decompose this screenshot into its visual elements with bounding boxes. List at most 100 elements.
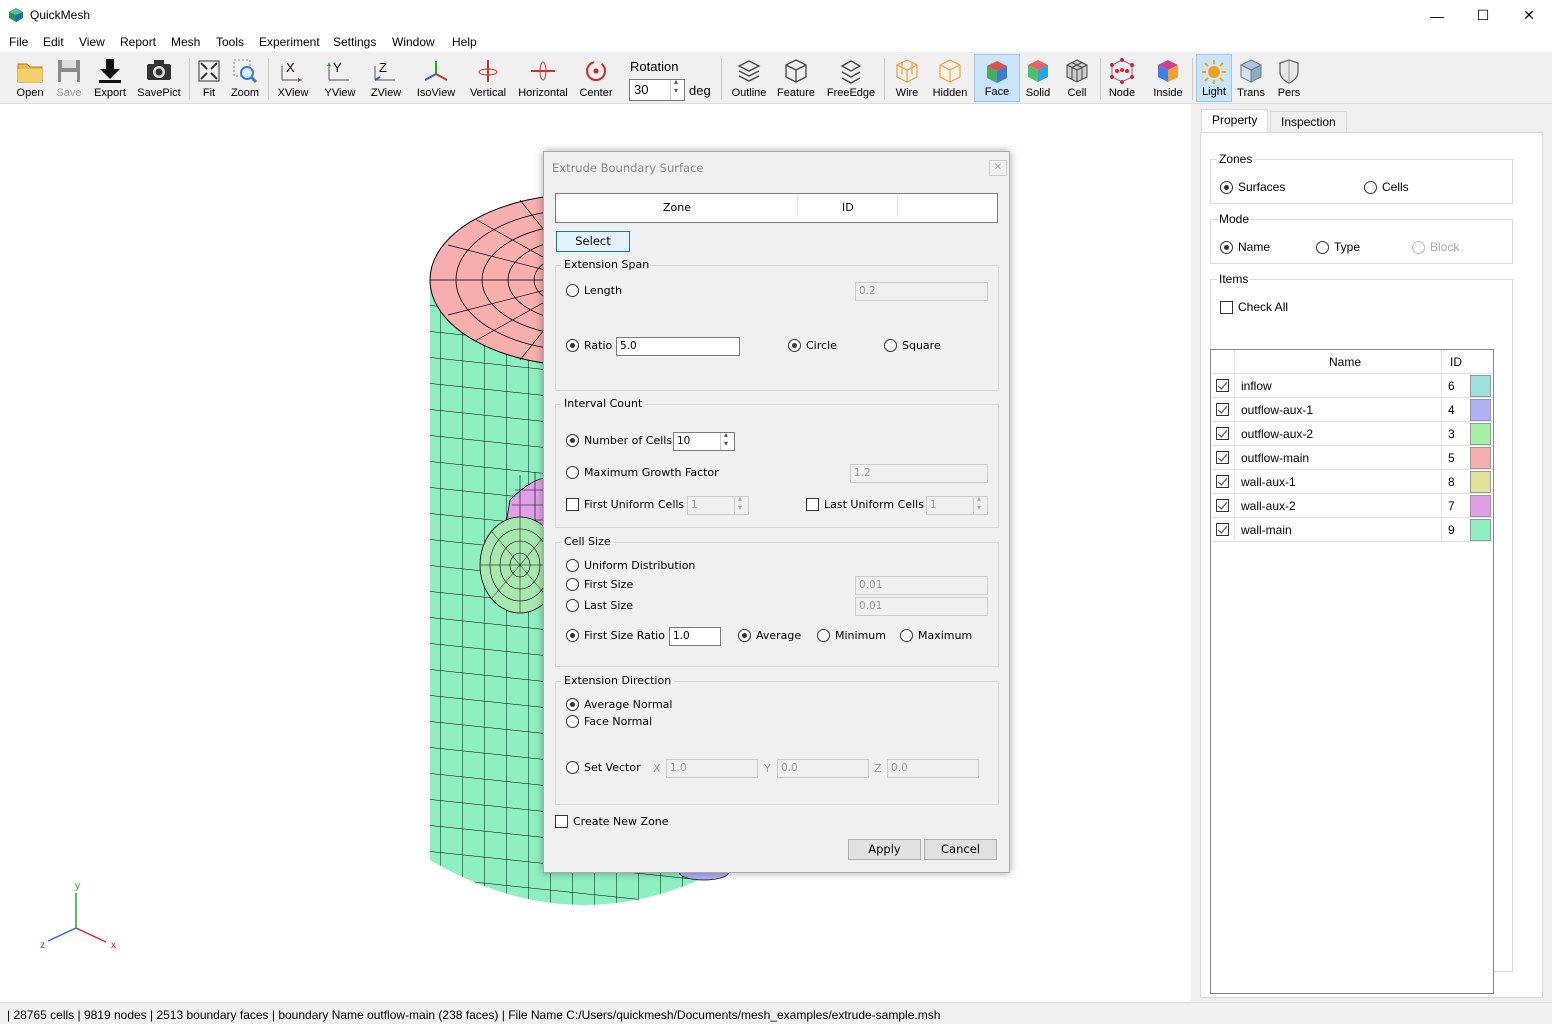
first-size-ratio-radio[interactable]: First Size Ratio bbox=[566, 629, 665, 642]
node-button[interactable]: Node bbox=[1104, 54, 1140, 102]
item-color-swatch[interactable] bbox=[1470, 471, 1491, 493]
ratio-radio[interactable]: Ratio bbox=[566, 339, 612, 352]
open-button[interactable]: Open bbox=[10, 54, 50, 102]
face-button[interactable]: Face bbox=[974, 54, 1020, 102]
cancel-button[interactable]: Cancel bbox=[924, 839, 997, 860]
wire-button[interactable]: Wire bbox=[889, 54, 925, 102]
menu-mesh[interactable]: Mesh bbox=[171, 35, 200, 49]
menu-file[interactable]: File bbox=[9, 35, 28, 49]
inside-button[interactable]: Inside bbox=[1148, 54, 1188, 102]
last-size-radio[interactable]: Last Size bbox=[566, 599, 633, 612]
circle-radio[interactable]: Circle bbox=[788, 339, 837, 352]
first-uniform-checkbox[interactable]: First Uniform Cells bbox=[566, 498, 684, 511]
minimum-radio[interactable]: Minimum bbox=[817, 629, 886, 642]
select-button[interactable]: Select bbox=[556, 231, 630, 252]
menu-settings[interactable]: Settings bbox=[333, 35, 376, 49]
last-uniform-checkbox[interactable]: Last Uniform Cells bbox=[806, 498, 924, 511]
items-table-row[interactable]: wall-aux-2 7 bbox=[1211, 494, 1493, 518]
zoom-button[interactable]: Zoom bbox=[228, 54, 262, 102]
export-button[interactable]: Export bbox=[89, 54, 131, 102]
center-button[interactable]: Center bbox=[576, 54, 616, 102]
check-all-checkbox[interactable]: Check All bbox=[1220, 300, 1288, 314]
outline-button[interactable]: Outline bbox=[727, 54, 771, 102]
id-column-header[interactable]: ID bbox=[1441, 350, 1470, 374]
name-mode-radio[interactable]: Name bbox=[1220, 240, 1270, 254]
rotation-spin-arrows-icon[interactable] bbox=[670, 77, 684, 100]
average-normal-radio[interactable]: Average Normal bbox=[566, 698, 672, 711]
light-button[interactable]: Light bbox=[1196, 54, 1232, 102]
first-size-input[interactable]: 0.01 bbox=[855, 576, 988, 595]
first-size-radio[interactable]: First Size bbox=[566, 578, 633, 591]
item-color-swatch[interactable] bbox=[1470, 495, 1491, 517]
menu-window[interactable]: Window bbox=[392, 35, 435, 49]
vector-z-input[interactable]: 0.0 bbox=[887, 759, 979, 778]
cells-radio[interactable]: Cells bbox=[1364, 180, 1409, 194]
zview-button[interactable]: Z ZView bbox=[367, 54, 405, 102]
average-radio[interactable]: Average bbox=[738, 629, 801, 642]
menu-experiment[interactable]: Experiment bbox=[259, 35, 320, 49]
savepict-button[interactable]: SavePict bbox=[135, 54, 183, 102]
length-input[interactable]: 0.2 bbox=[855, 282, 988, 301]
dialog-close-icon[interactable]: ✕ bbox=[989, 160, 1007, 176]
item-checkbox[interactable] bbox=[1211, 494, 1235, 518]
item-checkbox[interactable] bbox=[1211, 398, 1235, 422]
hidden-button[interactable]: Hidden bbox=[930, 54, 970, 102]
freeedge-button[interactable]: FreeEdge bbox=[825, 54, 877, 102]
vector-x-input[interactable]: 1.0 bbox=[666, 759, 758, 778]
items-table-row[interactable]: wall-aux-1 8 bbox=[1211, 470, 1493, 494]
items-table-row[interactable]: outflow-aux-2 3 bbox=[1211, 422, 1493, 446]
ratio-input[interactable]: 5.0 bbox=[616, 337, 740, 356]
menu-tools[interactable]: Tools bbox=[216, 35, 244, 49]
max-growth-radio[interactable]: Maximum Growth Factor bbox=[566, 466, 719, 479]
create-new-zone-checkbox[interactable]: Create New Zone bbox=[555, 815, 669, 828]
item-color-swatch[interactable] bbox=[1470, 519, 1491, 541]
tab-property[interactable]: Property bbox=[1201, 109, 1269, 133]
menu-view[interactable]: View bbox=[79, 35, 105, 49]
solid-button[interactable]: Solid bbox=[1022, 54, 1054, 102]
menu-edit[interactable]: Edit bbox=[43, 35, 64, 49]
set-vector-radio[interactable]: Set Vector bbox=[566, 761, 641, 774]
items-table-row[interactable]: inflow 6 bbox=[1211, 374, 1493, 398]
first-size-ratio-input[interactable]: 1.0 bbox=[669, 627, 721, 646]
apply-button[interactable]: Apply bbox=[848, 839, 921, 860]
horizontal-button[interactable]: Horizontal bbox=[516, 54, 570, 102]
number-of-cells-radio[interactable]: Number of Cells bbox=[566, 434, 672, 447]
fit-button[interactable]: Fit bbox=[193, 54, 225, 102]
yview-button[interactable]: Y YView bbox=[320, 54, 360, 102]
face-normal-radio[interactable]: Face Normal bbox=[566, 715, 652, 728]
pers-button[interactable]: Pers bbox=[1272, 54, 1306, 102]
minimize-button[interactable]: — bbox=[1414, 0, 1460, 31]
name-column-header[interactable]: Name bbox=[1329, 355, 1361, 369]
menu-help[interactable]: Help bbox=[452, 35, 477, 49]
items-table-row[interactable]: outflow-aux-1 4 bbox=[1211, 398, 1493, 422]
item-checkbox[interactable] bbox=[1211, 470, 1235, 494]
item-checkbox[interactable] bbox=[1211, 422, 1235, 446]
item-color-swatch[interactable] bbox=[1470, 399, 1491, 421]
maximum-radio[interactable]: Maximum bbox=[900, 629, 972, 642]
items-table-row[interactable]: outflow-main 5 bbox=[1211, 446, 1493, 470]
item-checkbox[interactable] bbox=[1211, 446, 1235, 470]
tab-inspection[interactable]: Inspection bbox=[1270, 111, 1347, 133]
block-mode-radio[interactable]: Block bbox=[1412, 240, 1459, 254]
save-button[interactable]: Save bbox=[50, 54, 88, 102]
trans-button[interactable]: Trans bbox=[1234, 54, 1268, 102]
item-color-swatch[interactable] bbox=[1470, 447, 1491, 469]
last-size-input[interactable]: 0.01 bbox=[855, 597, 988, 616]
item-color-swatch[interactable] bbox=[1470, 375, 1491, 397]
length-radio[interactable]: Length bbox=[566, 284, 622, 297]
maximize-button[interactable]: ☐ bbox=[1460, 0, 1506, 31]
cell-button[interactable]: Cell bbox=[1060, 54, 1094, 102]
last-uniform-stepper[interactable]: 1 bbox=[926, 494, 988, 515]
isoview-button[interactable]: IsoView bbox=[414, 54, 458, 102]
vector-y-input[interactable]: 0.0 bbox=[777, 759, 869, 778]
items-table-row[interactable]: wall-main 9 bbox=[1211, 518, 1493, 542]
item-checkbox[interactable] bbox=[1211, 374, 1235, 398]
xview-button[interactable]: X XView bbox=[274, 54, 312, 102]
number-of-cells-stepper[interactable]: 10 bbox=[673, 430, 735, 451]
item-checkbox[interactable] bbox=[1211, 518, 1235, 542]
first-uniform-stepper[interactable]: 1 bbox=[687, 494, 749, 515]
item-color-swatch[interactable] bbox=[1470, 423, 1491, 445]
zone-table[interactable]: Zone ID bbox=[555, 193, 998, 223]
surfaces-radio[interactable]: Surfaces bbox=[1220, 180, 1285, 194]
max-growth-input[interactable]: 1.2 bbox=[850, 464, 988, 483]
